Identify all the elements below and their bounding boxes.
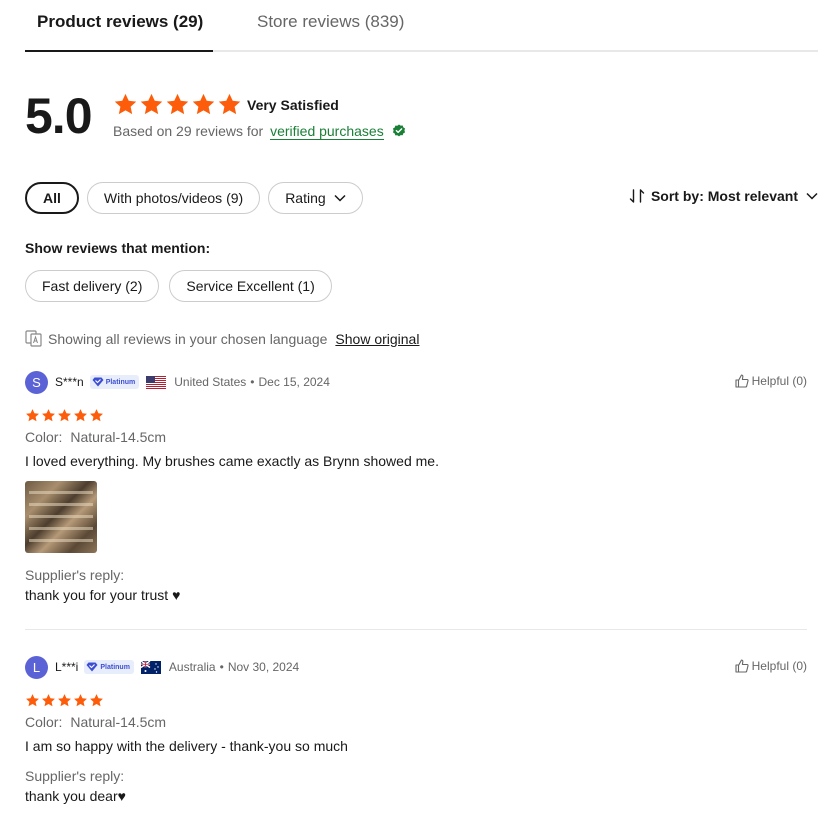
star-icon — [74, 409, 87, 422]
star-icon — [166, 93, 189, 115]
helpful-button[interactable]: Helpful (0) — [735, 659, 807, 673]
star-icon — [90, 694, 103, 707]
mention-tags: Fast delivery (2) Service Excellent (1) — [25, 270, 332, 302]
supplier-reply-label: Supplier's reply: — [25, 567, 125, 583]
helpful-button[interactable]: Helpful (0) — [735, 374, 807, 388]
review-tabs: Product reviews (29) Store reviews (839) — [25, 0, 818, 52]
review-variant: Color: Natural-14.5cm — [25, 429, 807, 445]
color-value: Natural-14.5cm — [70, 429, 167, 445]
active-tab-indicator — [25, 50, 213, 52]
reviewer-country: Australia — [168, 660, 216, 674]
review-header: L L***i Platinum Australia • Nov 30, 202… — [25, 653, 807, 681]
review-filters: All With photos/videos (9) Rating — [25, 182, 363, 214]
reviewer-name: S***n — [55, 375, 84, 389]
summary-stars — [113, 92, 242, 117]
mention-label: Service Excellent (1) — [186, 278, 315, 294]
tab-store-reviews[interactable]: Store reviews (839) — [257, 12, 404, 32]
verified-purchases-link[interactable]: verified purchases — [270, 123, 384, 140]
chevron-down-icon — [334, 194, 346, 202]
australia-flag-icon — [140, 660, 161, 674]
supplier-reply-text: thank you dear♥ — [25, 788, 126, 804]
star-icon — [42, 694, 55, 707]
sort-icon — [629, 189, 645, 203]
star-icon — [58, 694, 71, 707]
show-original-link[interactable]: Show original — [335, 331, 419, 347]
language-note: Showing all reviews in your chosen langu… — [25, 330, 419, 347]
based-on-text: Based on 29 reviews for verified purchas… — [113, 123, 406, 140]
platinum-badge: Platinum — [84, 660, 134, 674]
mention-service-excellent[interactable]: Service Excellent (1) — [169, 270, 332, 302]
helpful-label: Helpful (0) — [751, 659, 807, 673]
thumbs-up-icon — [735, 374, 749, 388]
us-flag-icon — [146, 375, 167, 389]
review-variant: Color: Natural-14.5cm — [25, 714, 807, 730]
reviewer-country: United States — [174, 375, 247, 389]
platinum-badge: Platinum — [89, 375, 140, 389]
filter-rating-label: Rating — [285, 190, 326, 206]
star-icon — [114, 93, 137, 115]
review-date: Nov 30, 2024 — [227, 660, 300, 674]
supplier-reply-text: thank you for your trust ♥ — [25, 587, 181, 603]
review-item: S S***n Platinum United States • Dec 15,… — [25, 368, 807, 630]
star-icon — [140, 93, 163, 115]
star-icon — [26, 409, 39, 422]
filter-all-button[interactable]: All — [25, 182, 79, 214]
diamond-icon — [92, 377, 104, 387]
avatar: S — [25, 370, 48, 394]
sort-label: Sort by: Most relevant — [650, 188, 798, 204]
review-text: I loved everything. My brushes came exac… — [25, 453, 439, 469]
based-on-label: Based on 29 reviews for — [113, 123, 264, 139]
star-icon — [58, 409, 71, 422]
thumbs-up-icon — [735, 659, 749, 673]
translate-icon — [25, 330, 42, 347]
filter-photos-button[interactable]: With photos/videos (9) — [86, 182, 261, 214]
meta-separator: • — [219, 660, 224, 674]
reviewer-name: L***i — [55, 660, 79, 674]
review-stars — [25, 693, 807, 708]
avatar: L — [25, 655, 48, 679]
average-score: 5.0 — [25, 88, 93, 144]
review-photo-thumbnail[interactable] — [25, 481, 97, 553]
tab-product-reviews[interactable]: Product reviews (29) — [37, 12, 203, 32]
meta-separator: • — [250, 375, 255, 389]
review-stars — [25, 408, 807, 423]
star-icon — [192, 93, 215, 115]
language-note-text: Showing all reviews in your chosen langu… — [48, 330, 328, 347]
color-label: Color: — [25, 429, 63, 445]
helpful-label: Helpful (0) — [751, 374, 807, 388]
filter-rating-dropdown[interactable]: Rating — [268, 182, 363, 214]
chevron-down-icon — [806, 192, 818, 200]
mention-label: Fast delivery (2) — [42, 278, 143, 294]
color-value: Natural-14.5cm — [70, 714, 167, 730]
star-icon — [90, 409, 103, 422]
star-icon — [42, 409, 55, 422]
star-icon — [218, 93, 241, 115]
review-text: I am so happy with the delivery - thank-… — [25, 738, 348, 754]
star-icon — [74, 694, 87, 707]
verified-shield-icon — [392, 124, 405, 137]
filter-all-label: All — [43, 190, 61, 206]
review-header: S S***n Platinum United States • Dec 15,… — [25, 368, 807, 396]
mentions-title: Show reviews that mention: — [25, 240, 211, 256]
satisfaction-label: Very Satisfied — [247, 97, 339, 113]
diamond-icon — [86, 662, 98, 672]
filter-photos-label: With photos/videos (9) — [103, 190, 244, 206]
star-icon — [26, 694, 39, 707]
mention-fast-delivery[interactable]: Fast delivery (2) — [25, 270, 160, 302]
review-item: L L***i Platinum Australia • Nov 30, 202… — [25, 653, 807, 813]
sort-dropdown[interactable]: Sort by: Most relevant — [629, 188, 818, 204]
supplier-reply-label: Supplier's reply: — [25, 768, 125, 784]
badge-label: Platinum — [105, 378, 136, 386]
badge-label: Platinum — [100, 663, 130, 671]
review-date: Dec 15, 2024 — [258, 375, 330, 389]
color-label: Color: — [25, 714, 63, 730]
